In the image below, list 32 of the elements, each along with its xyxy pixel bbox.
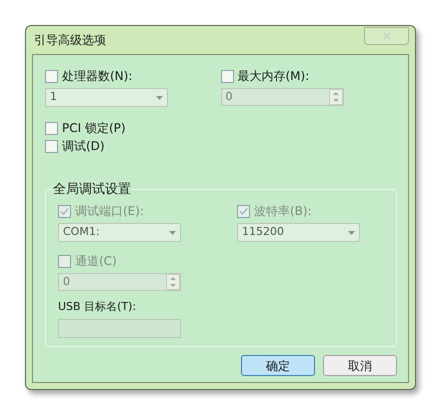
checkmark-icon	[60, 206, 69, 216]
input-field[interactable]	[58, 318, 181, 338]
checkbox-label: PCI 锁定(P)	[62, 120, 126, 137]
spin-field[interactable]: 0	[220, 88, 344, 106]
dialog-button[interactable]: 确定	[241, 355, 315, 376]
spinner-arrows-icon[interactable]	[166, 274, 180, 290]
spin-value: 0	[63, 274, 70, 290]
dialog-button[interactable]: 取消	[323, 355, 397, 376]
dropdown-value: 115200	[242, 224, 284, 240]
checkbox-label: 最大内存(M):	[238, 68, 310, 85]
checkbox[interactable]	[45, 122, 58, 134]
dropdown-value: COM1:	[63, 224, 100, 240]
checkbox[interactable]	[45, 140, 58, 152]
checkmark-icon	[239, 206, 248, 216]
checkbox-label: 调试(D)	[62, 138, 105, 155]
checkbox-label: 处理器数(N):	[62, 68, 132, 85]
caret-icon	[169, 230, 176, 234]
checkbox-label: 通道(C)	[75, 253, 117, 270]
dropdown[interactable]: 1	[45, 88, 168, 107]
close-button[interactable]	[364, 27, 409, 45]
checkbox-label: 调试端口(E):	[75, 203, 144, 220]
spin-value: 0	[226, 88, 232, 105]
spinner-arrows-icon[interactable]	[328, 89, 342, 105]
close-icon	[382, 32, 390, 40]
caret-icon	[156, 96, 163, 100]
checkbox[interactable]	[220, 70, 234, 82]
window-title: 引导高级选项	[34, 32, 106, 49]
field-label: USB 目标名(T):	[58, 299, 138, 315]
dropdown-value: 1	[50, 89, 57, 106]
caret-icon	[348, 230, 355, 234]
checkbox[interactable]	[45, 70, 58, 82]
checkbox-label: 波特率(B):	[254, 203, 312, 220]
